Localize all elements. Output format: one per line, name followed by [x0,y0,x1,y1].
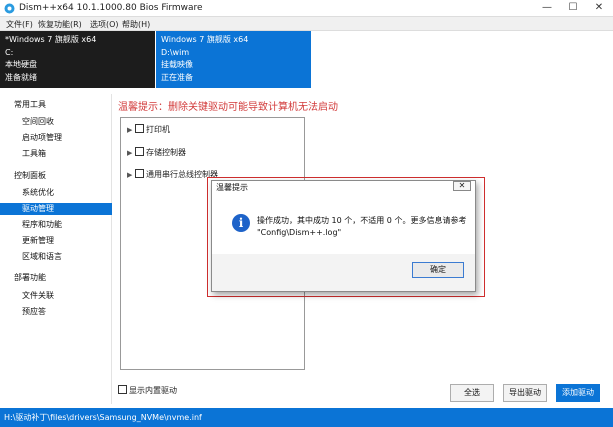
dialog-message-line2: "Config\Dism++.log" [257,228,342,237]
sidebar-item-region-language[interactable]: 区域和语言 [0,251,112,263]
sidebar-item-driver-manage[interactable]: 驱动管理 [0,203,112,215]
show-builtin-checkbox[interactable] [118,385,127,394]
export-driver-button[interactable]: 导出驱动 [503,384,547,402]
show-builtin-label: 显示内置驱动 [129,386,177,395]
sidebar-item-file-association[interactable]: 文件关联 [0,290,112,302]
menu-restore[interactable]: 恢复功能(R) [38,19,82,30]
message-dialog: 温馨提示 ✕ i 操作成功，其中成功 10 个，不适用 0 个。更多信息请参考 … [211,180,476,292]
tree-node-printer[interactable]: ▶ 打印机 [127,124,170,136]
session-name: Windows 7 旗舰版 x64 [161,35,249,44]
add-driver-button[interactable]: 添加驱动 [556,384,600,402]
minimize-button[interactable]: — [533,0,561,16]
sidebar-group-control-panel: 控制面板 [14,171,46,180]
close-button[interactable]: ✕ [585,0,613,16]
session-path: C: [5,47,14,57]
tree-node-label: 存储控制器 [146,148,186,157]
expand-arrow-icon[interactable]: ▶ [127,124,135,136]
dialog-close-button[interactable]: ✕ [453,181,471,191]
tree-node-usb-controller[interactable]: ▶ 通用串行总线控制器 [127,169,218,181]
checkbox[interactable] [135,124,144,133]
warning-text: 温馨提示：删除关键驱动可能导致计算机无法启动 [118,102,338,113]
checkbox[interactable] [135,147,144,156]
sidebar: 常用工具 空间回收 启动项管理 工具箱 控制面板 系统优化 驱动管理 程序和功能… [0,94,112,404]
tree-node-storage-controller[interactable]: ▶ 存储控制器 [127,147,186,159]
session-status: 准备就绪 [5,72,37,82]
sidebar-group-common-tools: 常用工具 [14,100,46,109]
sidebar-group-deploy: 部署功能 [14,273,46,282]
dialog-body: i 操作成功，其中成功 10 个，不适用 0 个。更多信息请参考 "Config… [212,192,475,254]
sidebar-item-answer-file[interactable]: 预应答 [0,306,112,318]
dialog-titlebar: 温馨提示 ✕ [212,181,475,192]
session-tile-local[interactable]: *Windows 7 旗舰版 x64 C: 本地硬盘 准备就绪 [0,31,155,88]
sidebar-item-toolbox[interactable]: 工具箱 [0,148,112,160]
sidebar-item-system-optimize[interactable]: 系统优化 [0,187,112,199]
menu-bar: 文件(F) 恢复功能(R) 选项(O) 帮助(H) [0,17,613,31]
show-builtin-toggle[interactable]: 显示内置驱动 [118,385,177,396]
session-path: D:\wim [161,47,190,57]
session-bar: *Windows 7 旗舰版 x64 C: 本地硬盘 准备就绪 Windows … [0,31,613,88]
session-type: 本地硬盘 [5,60,37,69]
tree-node-label: 打印机 [146,125,170,134]
sidebar-item-startup[interactable]: 启动项管理 [0,132,112,144]
app-logo-icon [4,3,15,14]
menu-file[interactable]: 文件(F) [6,19,33,30]
checkbox[interactable] [135,169,144,178]
session-name: *Windows 7 旗舰版 x64 [5,35,97,44]
window-title: Dism++x64 10.1.1000.80 Bios Firmware [19,3,203,13]
maximize-button[interactable]: ☐ [559,0,587,16]
session-type: 挂载映像 [161,60,193,69]
menu-options[interactable]: 选项(O) [90,19,119,30]
sidebar-item-space-reclaim[interactable]: 空间回收 [0,116,112,128]
status-bar: H:\驱动补丁\files\drivers\Samsung_NVMe\nvme.… [0,408,613,427]
expand-arrow-icon[interactable]: ▶ [127,169,135,181]
menu-help[interactable]: 帮助(H) [122,19,150,30]
session-tile-mounted[interactable]: Windows 7 旗舰版 x64 D:\wim 挂载映像 正在准备 [156,31,311,88]
session-status: 正在准备 [161,72,193,82]
title-bar: Dism++x64 10.1.1000.80 Bios Firmware — ☐… [0,0,613,17]
sidebar-item-updates[interactable]: 更新管理 [0,235,112,247]
dialog-ok-button[interactable]: 确定 [412,262,464,278]
select-all-button[interactable]: 全选 [450,384,494,402]
expand-arrow-icon[interactable]: ▶ [127,147,135,159]
sidebar-item-programs[interactable]: 程序和功能 [0,219,112,231]
dialog-message-line1: 操作成功，其中成功 10 个，不适用 0 个。更多信息请参考 [257,216,467,225]
info-icon: i [232,214,250,232]
